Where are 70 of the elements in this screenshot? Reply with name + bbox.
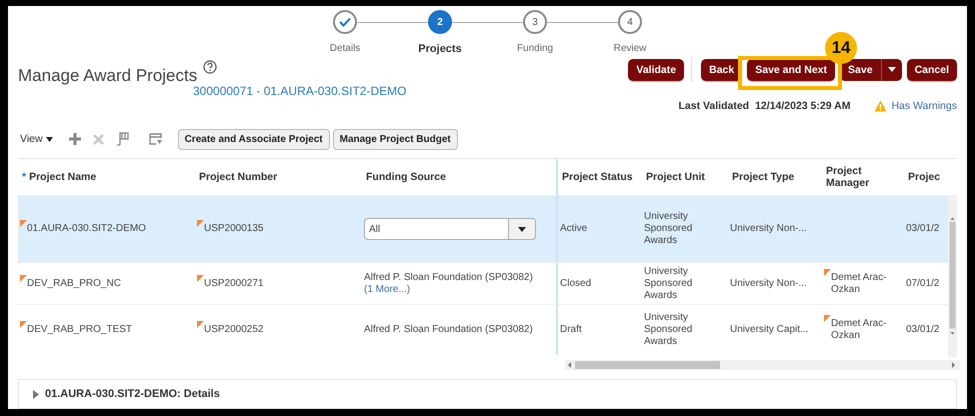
table-cell: Draft	[560, 324, 582, 336]
table-cell-text: University Sponsored Awards	[644, 312, 694, 348]
table-cell-text: Alfred P. Sloan Foundation (SP03082) (1 More...)	[364, 272, 534, 296]
table-cell-text: University Sponsored Awards	[644, 266, 694, 302]
column-header[interactable]: Project Status	[562, 171, 633, 184]
warnings-link[interactable]: Has Warnings	[891, 100, 957, 112]
toolbar-button[interactable]: Create and Associate Project	[178, 128, 330, 150]
step-indicator[interactable]: 4	[618, 10, 642, 34]
funding-source-dropdown[interactable]: All	[364, 218, 536, 240]
table-row[interactable]: DEV_RAB_PRO_TEST USP2000252 Alfred P. Sloan Foundation (SP03082) Draft University Sponsored Awards University Capit... Demet Arac-Ozkan 03/01/2	[18, 304, 948, 356]
details-section[interactable]: 01.AURA-030.SIT2-DEMO: Details	[18, 379, 957, 409]
table-row[interactable]: DEV_RAB_PRO_NC USP2000271 Alfred P. Sloan Foundation (SP03082) (1 More...) Closed University Sponsored Awards University Non-... Demet Arac-Ozkan 07/01/2	[18, 262, 948, 304]
toolbar-button[interactable]: Manage Project Budget	[332, 128, 458, 150]
warning-icon	[874, 100, 888, 112]
table-cell-text: Demet Arac-Ozkan	[831, 272, 888, 296]
table-cell: 01.AURA-030.SIT2-DEMO	[27, 223, 146, 236]
save-split-button[interactable]: Save	[840, 58, 902, 81]
column-header[interactable]: Projec	[908, 171, 940, 184]
column-header[interactable]: Project Manager	[826, 165, 904, 190]
table-cell: University Non-...	[730, 278, 807, 290]
caret-icon	[888, 67, 896, 72]
caret-icon	[518, 226, 526, 232]
table-cell-text: University Sponsored Awards	[644, 211, 694, 248]
award-link[interactable]: 300000071 - 01.AURA-030.SIT2-DEMO	[193, 84, 406, 98]
step-number-badge: 14	[825, 32, 858, 64]
view-menu[interactable]: View	[18, 133, 55, 146]
table-cell: Active	[560, 223, 588, 236]
table-row[interactable]: 01.AURA-030.SIT2-DEMO USP2000135 All Active University Sponsored Awards University Non-... 03/01/2	[18, 195, 948, 262]
more-link[interactable]: (1 More...)	[364, 284, 410, 295]
step-indicator[interactable]: 3	[523, 10, 547, 34]
table-cell: University Capit...	[730, 324, 808, 336]
step-label: Funding	[516, 43, 554, 54]
vertical-scrollbar[interactable]	[948, 195, 957, 358]
action-button[interactable]: Validate	[628, 58, 684, 81]
step-indicator[interactable]: 2	[428, 10, 452, 34]
help-icon[interactable]	[203, 60, 218, 74]
step-indicator[interactable]	[333, 10, 357, 34]
action-button[interactable]: Save and Next	[747, 58, 836, 81]
check-icon	[339, 17, 351, 27]
required-marker: *	[22, 171, 26, 184]
table-cell: DEV_RAB_PRO_TEST	[27, 324, 132, 336]
add-icon[interactable]	[68, 133, 81, 146]
column-header[interactable]: Project Type	[732, 171, 794, 184]
step-label: Details	[330, 43, 360, 54]
action-button[interactable]: Cancel	[906, 58, 957, 81]
detach-icon[interactable]	[148, 132, 163, 146]
table-cell: Alfred P. Sloan Foundation (SP03082)	[364, 324, 533, 336]
table-cell: 03/01/2	[906, 324, 940, 336]
table-cell: University Non-...	[730, 223, 807, 236]
table-cell-text: Demet Arac-Ozkan	[831, 318, 888, 342]
step-label: Projects	[418, 43, 462, 55]
table-cell: DEV_RAB_PRO_NC	[27, 278, 121, 290]
table-cell: USP2000135	[204, 223, 264, 236]
caret-icon	[46, 136, 53, 142]
column-header[interactable]: Project Number	[199, 171, 278, 184]
column-header[interactable]: Project Unit	[646, 171, 705, 184]
last-validated-time: 12/14/2023 5:29 AM	[755, 100, 850, 112]
column-header[interactable]: Funding Source	[366, 171, 446, 184]
page-title: Manage Award Projects	[18, 66, 198, 86]
table-cell: Closed	[560, 278, 592, 290]
table-cell: USP2000252	[204, 324, 264, 336]
step-label: Review	[614, 43, 646, 54]
table-cell: 07/01/2	[906, 278, 940, 290]
table-cell: 03/01/2	[906, 223, 940, 236]
table-cell: USP2000271	[204, 278, 264, 290]
section-title: 01.AURA-030.SIT2-DEMO: Details	[45, 388, 220, 400]
column-header[interactable]: Project Name	[29, 171, 96, 184]
freeze-columns-icon[interactable]	[116, 132, 129, 146]
expand-icon	[33, 390, 39, 399]
last-validated-label: Last Validated	[678, 100, 750, 112]
